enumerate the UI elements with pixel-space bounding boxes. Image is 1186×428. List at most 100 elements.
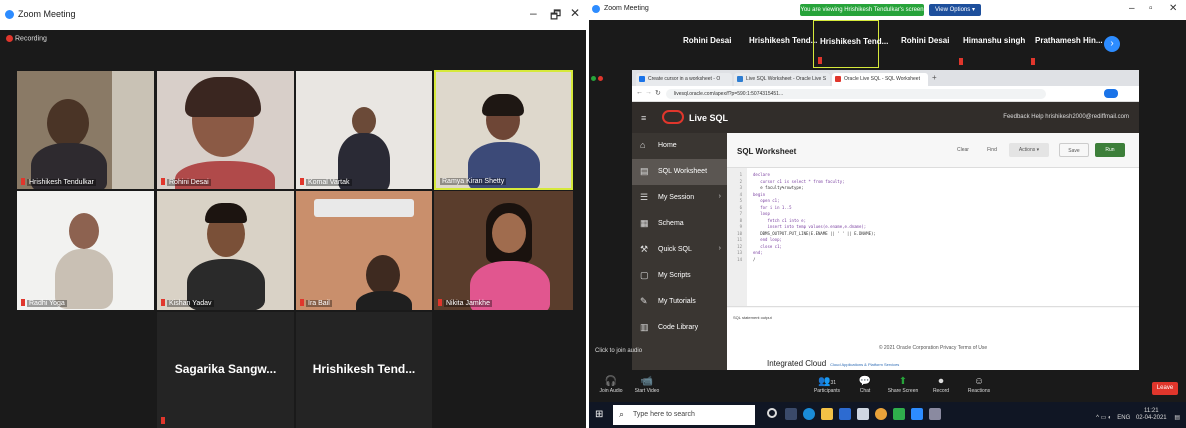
- forward-icon[interactable]: →: [645, 89, 652, 96]
- video-tile[interactable]: Rohini Desai: [157, 71, 294, 189]
- calendar-icon[interactable]: [857, 408, 869, 420]
- clear-button[interactable]: Clear: [949, 143, 977, 157]
- find-button[interactable]: Find: [979, 143, 1005, 157]
- chevron-right-icon: ›: [718, 245, 721, 252]
- start-video-button[interactable]: 📹 Start Video: [627, 376, 667, 394]
- video-tile[interactable]: Nikita Jamkhe: [434, 191, 573, 310]
- minimize-button[interactable]: –: [1129, 3, 1135, 14]
- video-tile[interactable]: Kishan Yadav: [157, 191, 294, 310]
- video-tile[interactable]: Radhi Yoga: [17, 191, 154, 310]
- edge-icon[interactable]: [803, 408, 815, 420]
- actions-button[interactable]: Actions ▾: [1009, 143, 1049, 157]
- store-icon[interactable]: [839, 408, 851, 420]
- headphones-icon: 🎧: [604, 376, 618, 387]
- tab-label: Live SQL Worksheet - Oracle Live S: [746, 76, 827, 82]
- video-tile-no-video[interactable]: Hrishikesh Tend...: [296, 312, 432, 428]
- sidebar-item-my-session[interactable]: ☰ My Session ›: [632, 185, 727, 211]
- video-tile[interactable]: Komal Vartak: [296, 71, 432, 189]
- video-tile[interactable]: Hrishikesh Tendulkar: [17, 71, 154, 189]
- close-button[interactable]: ✕: [1169, 3, 1177, 14]
- strip-tile[interactable]: Hrishikesh Tend...: [741, 20, 817, 68]
- strip-name: Hrishikesh Tend...: [749, 36, 818, 45]
- code-editor[interactable]: 1 declare 2 cursor c1 is select * from fac…: [727, 167, 1139, 307]
- video-tile-active-speaker[interactable]: Ramya Kiran Shetty: [434, 70, 573, 190]
- notification-icon[interactable]: ▤: [1174, 415, 1180, 421]
- view-options-button[interactable]: View Options ▾: [929, 4, 981, 16]
- code-line: 10 DBMS_OUTPUT.PUT_LINE(E.ENAME || ' ' |…: [727, 231, 1139, 237]
- browser-tab[interactable]: Live SQL Worksheet - Oracle Live S: [734, 73, 830, 86]
- hamburger-icon[interactable]: ≡: [641, 113, 646, 123]
- muted-mic-icon: [161, 178, 165, 185]
- script-icon: ▢: [640, 270, 649, 280]
- strip-tile[interactable]: Prathamesh Hin...: [1027, 20, 1103, 68]
- list-icon: ☰: [640, 192, 649, 202]
- share-screen-button[interactable]: ⬆ Share Screen: [883, 376, 923, 394]
- reload-icon[interactable]: ↻: [655, 89, 661, 97]
- line-number: 9: [739, 224, 742, 229]
- next-page-button[interactable]: ›: [1104, 36, 1120, 52]
- browser-tab-active[interactable]: Oracle Live SQL - SQL Worksheet: [832, 73, 928, 86]
- windows-start-icon[interactable]: ⊞: [595, 409, 606, 420]
- back-icon[interactable]: ←: [636, 89, 643, 96]
- zoom-logo-icon: [592, 5, 600, 13]
- strip-tile[interactable]: Rohini Desai: [669, 20, 737, 68]
- strip-tile[interactable]: Himanshu singh: [955, 20, 1025, 68]
- maximize-button[interactable]: 🗗: [550, 6, 561, 27]
- strip-tile-active[interactable]: Hrishikesh Tend...: [813, 20, 888, 68]
- screen-share-banner: You are viewing Hrishikesh Tendulkar's s…: [800, 4, 924, 16]
- footer-links[interactable]: Cloud Applications & Platform Services: [830, 362, 899, 367]
- join-audio-button[interactable]: 🎧 Join Audio: [591, 376, 631, 394]
- save-button[interactable]: Save: [1059, 143, 1089, 157]
- taskbar-search-input[interactable]: ⌕ Type here to search: [613, 405, 755, 425]
- clock[interactable]: 11:21 02-04-2021: [1136, 408, 1167, 422]
- participant-hair: [185, 77, 261, 117]
- new-tab-button[interactable]: +: [932, 73, 937, 82]
- participant-face: [69, 213, 99, 249]
- code-text: DBMS_OUTPUT.PUT_LINE(E.ENAME || ' ' || E…: [753, 230, 876, 236]
- video-tile[interactable]: Ira Bail: [296, 191, 432, 310]
- home-icon: ⌂: [640, 140, 646, 150]
- chrome-icon[interactable]: [875, 408, 887, 420]
- app-icon[interactable]: [893, 408, 905, 420]
- sidebar-item-quick-sql[interactable]: ⚒ Quick SQL ›: [632, 237, 727, 263]
- participants-button[interactable]: 👥31 Participants: [807, 376, 847, 394]
- leave-button[interactable]: Leave: [1152, 382, 1178, 395]
- reactions-button[interactable]: ☺ Reactions: [959, 376, 999, 394]
- maximize-button[interactable]: ▫: [1149, 3, 1153, 14]
- sidebar-item-my-tutorials[interactable]: ✎ My Tutorials: [632, 289, 727, 315]
- cortana-icon[interactable]: [767, 408, 777, 418]
- tab-favicon: [639, 76, 645, 82]
- strip-tile[interactable]: Rohini Desai: [885, 20, 953, 68]
- code-line: 4 begin: [727, 192, 1139, 198]
- sidebar-item-code-library[interactable]: ▥ Code Library: [632, 315, 727, 341]
- code-text: e faculty%rowtype;: [753, 185, 804, 190]
- sidebar-item-sql-worksheet[interactable]: ▤ SQL Worksheet: [632, 159, 727, 185]
- sidebar-item-label: Home: [658, 142, 677, 149]
- chat-button[interactable]: 💬 Chat: [845, 376, 885, 394]
- file-explorer-icon[interactable]: [821, 408, 833, 420]
- browser-tab[interactable]: Create cursor in a worksheet - O: [636, 73, 732, 86]
- code-line: 5 open c1;: [727, 198, 1139, 204]
- control-label: Start Video: [634, 388, 660, 394]
- profile-icon[interactable]: [1104, 89, 1118, 98]
- sidebar-item-schema[interactable]: ▦ Schema: [632, 211, 727, 237]
- video-tile-no-video[interactable]: Sagarika Sangw...: [157, 312, 294, 428]
- windows-taskbar: ⊞ ⌕ Type here to search ^ ▭ ◐ ENG 11:21 02…: [589, 402, 1186, 428]
- sidebar-item-home[interactable]: ⌂ Home: [632, 133, 727, 159]
- app-icon[interactable]: [929, 408, 941, 420]
- muted-mic-icon: [959, 58, 963, 65]
- minimize-button[interactable]: –: [530, 6, 537, 20]
- participant-name: Kishan Yadav: [167, 300, 214, 307]
- close-button[interactable]: ✕: [570, 6, 580, 20]
- participant-count: 31: [830, 380, 836, 386]
- sidebar-item-my-scripts[interactable]: ▢ My Scripts: [632, 263, 727, 289]
- run-button[interactable]: Run: [1095, 143, 1125, 157]
- language-indicator[interactable]: ENG: [1117, 415, 1130, 421]
- record-button[interactable]: ⏺ Record: [921, 376, 961, 394]
- zoom-taskbar-icon[interactable]: [911, 408, 923, 420]
- task-view-icon[interactable]: [785, 408, 797, 420]
- header-links[interactable]: Feedback Help hrishikesh2000@rediffmail.…: [1003, 114, 1129, 120]
- tray-icons[interactable]: ^ ▭ ◐: [1096, 415, 1111, 421]
- url-input[interactable]: livesql.oracle.com/apex/f?p=590:1:507431…: [666, 89, 1046, 99]
- join-audio-tooltip[interactable]: Click to join audio: [595, 348, 675, 366]
